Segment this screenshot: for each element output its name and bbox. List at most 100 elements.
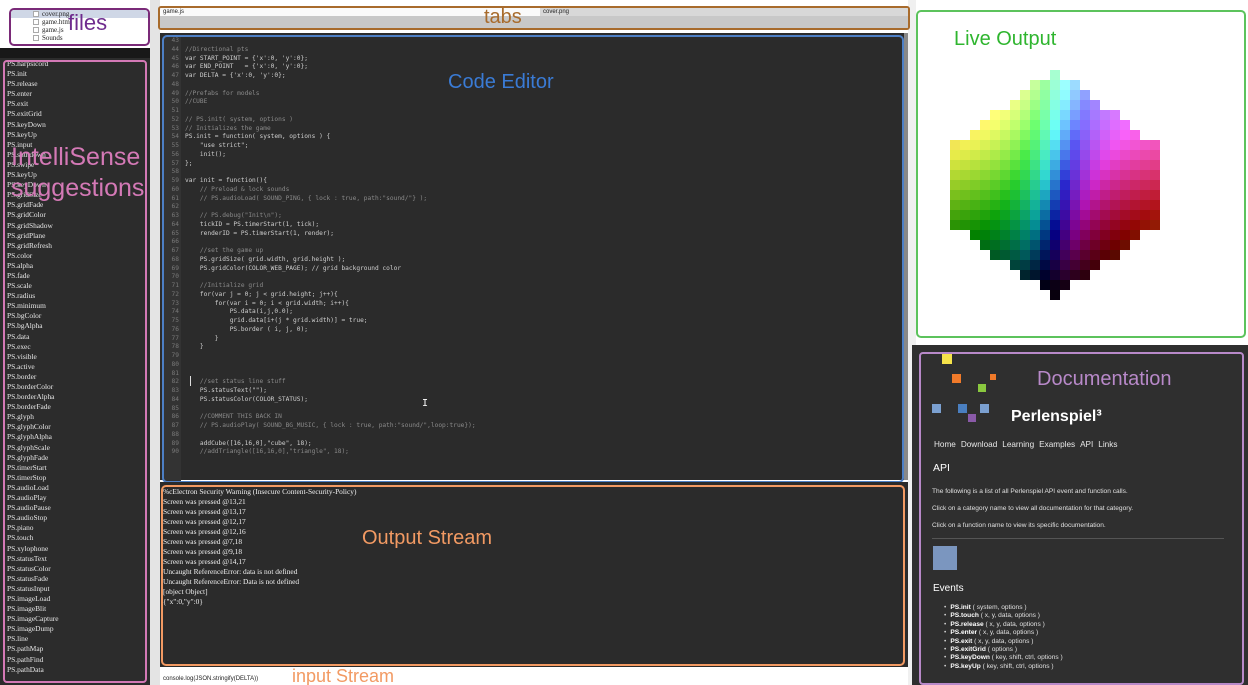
docs-event-item[interactable]: PS.keyUp ( key, shift, ctrl, options ) [944, 663, 1234, 671]
cube-bead[interactable] [1030, 230, 1040, 240]
cube-bead[interactable] [1000, 240, 1010, 250]
cube-bead[interactable] [1020, 190, 1030, 200]
cube-bead[interactable] [1020, 90, 1030, 100]
cube-bead[interactable] [1060, 260, 1070, 270]
cube-bead[interactable] [1000, 220, 1010, 230]
cube-bead[interactable] [1120, 220, 1130, 230]
cube-bead[interactable] [1000, 190, 1010, 200]
cube-bead[interactable] [1090, 250, 1100, 260]
cube-bead[interactable] [1150, 200, 1160, 210]
cube-bead[interactable] [1050, 90, 1060, 100]
cube-bead[interactable] [1040, 160, 1050, 170]
cube-bead[interactable] [1100, 160, 1110, 170]
cube-bead[interactable] [1050, 140, 1060, 150]
cube-bead[interactable] [1070, 90, 1080, 100]
cube-bead[interactable] [1030, 250, 1040, 260]
cube-bead[interactable] [1040, 210, 1050, 220]
cube-bead[interactable] [970, 150, 980, 160]
cube-bead[interactable] [990, 220, 1000, 230]
cube-bead[interactable] [1050, 270, 1060, 280]
cube-bead[interactable] [1100, 240, 1110, 250]
cube-bead[interactable] [1080, 200, 1090, 210]
cube-bead[interactable] [1070, 230, 1080, 240]
cube-bead[interactable] [1000, 250, 1010, 260]
cube-bead[interactable] [1030, 80, 1040, 90]
cube-bead[interactable] [1090, 110, 1100, 120]
cube-bead[interactable] [1070, 240, 1080, 250]
cube-bead[interactable] [1080, 170, 1090, 180]
cube-bead[interactable] [1100, 120, 1110, 130]
cube-bead[interactable] [1060, 160, 1070, 170]
cube-bead[interactable] [1120, 130, 1130, 140]
cube-bead[interactable] [1030, 180, 1040, 190]
cube-bead[interactable] [1080, 180, 1090, 190]
cube-bead[interactable] [1130, 160, 1140, 170]
cube-bead[interactable] [1090, 180, 1100, 190]
cube-bead[interactable] [1010, 170, 1020, 180]
cube-bead[interactable] [1070, 180, 1080, 190]
cube-bead[interactable] [990, 210, 1000, 220]
cube-bead[interactable] [1120, 210, 1130, 220]
cube-bead[interactable] [1060, 170, 1070, 180]
cube-bead[interactable] [1060, 280, 1070, 290]
cube-bead[interactable] [1060, 240, 1070, 250]
cube-bead[interactable] [1000, 180, 1010, 190]
cube-bead[interactable] [1030, 210, 1040, 220]
cube-bead[interactable] [1130, 130, 1140, 140]
cube-bead[interactable] [1050, 210, 1060, 220]
cube-bead[interactable] [1120, 200, 1130, 210]
cube-bead[interactable] [1040, 240, 1050, 250]
cube-bead[interactable] [1090, 120, 1100, 130]
cube-bead[interactable] [1030, 200, 1040, 210]
cube-bead[interactable] [1040, 150, 1050, 160]
cube-bead[interactable] [1040, 280, 1050, 290]
cube-bead[interactable] [950, 210, 960, 220]
cube-bead[interactable] [1050, 220, 1060, 230]
cube-bead[interactable] [1150, 210, 1160, 220]
cube-bead[interactable] [1040, 140, 1050, 150]
cube-bead[interactable] [950, 190, 960, 200]
cube-bead[interactable] [960, 200, 970, 210]
docs-event-name[interactable]: PS.init [950, 604, 971, 611]
cube-bead[interactable] [1060, 150, 1070, 160]
cube-bead[interactable] [980, 190, 990, 200]
cube-bead[interactable] [980, 160, 990, 170]
cube-bead[interactable] [1000, 120, 1010, 130]
cube-bead[interactable] [970, 230, 980, 240]
cube-bead[interactable] [1050, 240, 1060, 250]
cube-bead[interactable] [1120, 230, 1130, 240]
cube-bead[interactable] [1080, 100, 1090, 110]
cube-bead[interactable] [1150, 150, 1160, 160]
cube-bead[interactable] [1110, 220, 1120, 230]
cube-bead[interactable] [1110, 250, 1120, 260]
cube-bead[interactable] [1050, 290, 1060, 300]
cube-bead[interactable] [1000, 200, 1010, 210]
cube-bead[interactable] [1080, 150, 1090, 160]
cube-bead[interactable] [1020, 140, 1030, 150]
cube-bead[interactable] [1110, 210, 1120, 220]
editor-scrollbar[interactable] [904, 33, 908, 480]
cube-bead[interactable] [970, 160, 980, 170]
cube-bead[interactable] [1040, 200, 1050, 210]
cube-bead[interactable] [1020, 210, 1030, 220]
cube-bead[interactable] [1080, 270, 1090, 280]
cube-bead[interactable] [1150, 170, 1160, 180]
cube-bead[interactable] [1020, 150, 1030, 160]
cube-bead[interactable] [1010, 220, 1020, 230]
cube-bead[interactable] [1130, 200, 1140, 210]
docs-event-item[interactable]: PS.release ( x, y, data, options ) [944, 621, 1234, 629]
cube-bead[interactable] [1020, 270, 1030, 280]
cube-bead[interactable] [1100, 200, 1110, 210]
cube-bead[interactable] [1030, 240, 1040, 250]
cube-bead[interactable] [980, 210, 990, 220]
cube-bead[interactable] [1070, 220, 1080, 230]
cube-bead[interactable] [1060, 190, 1070, 200]
cube-bead[interactable] [1030, 120, 1040, 130]
cube-bead[interactable] [1030, 270, 1040, 280]
cube-bead[interactable] [990, 110, 1000, 120]
cube-bead[interactable] [1080, 230, 1090, 240]
docs-event-name[interactable]: PS.keyDown [950, 654, 990, 661]
cube-bead[interactable] [1040, 220, 1050, 230]
cube-bead[interactable] [1090, 220, 1100, 230]
cube-bead[interactable] [1010, 150, 1020, 160]
